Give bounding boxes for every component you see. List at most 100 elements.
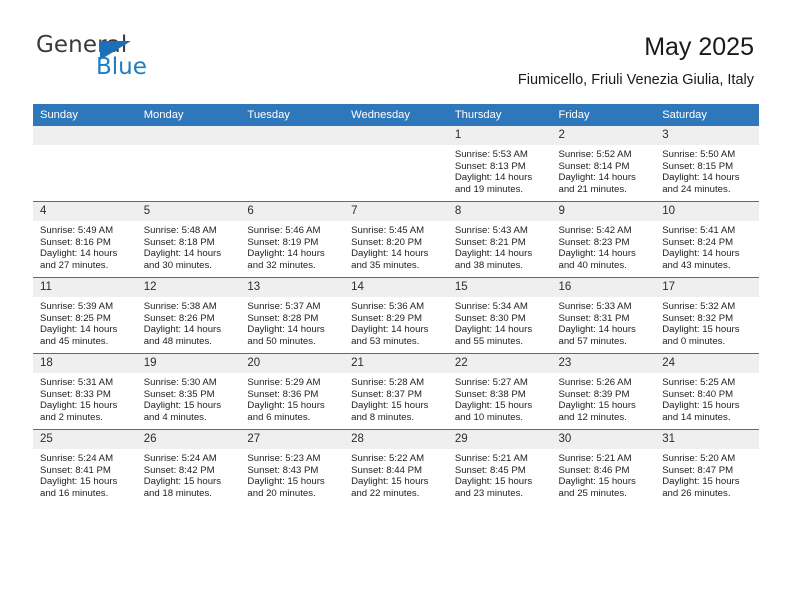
sunset-text: Sunset: 8:35 PM [143, 388, 215, 400]
calendar-day-cell-empty [33, 126, 137, 202]
sunset-text: Sunset: 8:23 PM [558, 236, 630, 248]
sunset-text: Sunset: 8:29 PM [351, 312, 423, 324]
calendar-day-cell[interactable]: 29 Sunrise: 5:21 AM Sunset: 8:45 PM Dayligh… [447, 429, 552, 505]
day-number: 6 [240, 202, 345, 221]
day-number: 13 [240, 278, 345, 297]
day-number: 19 [136, 354, 241, 373]
day-number: 20 [240, 354, 345, 373]
calendar-grid: Sunday Monday Tuesday Wednesday Thursday… [33, 104, 759, 505]
daylight-text: Daylight: 15 hours and 23 minutes. [454, 476, 533, 499]
calendar-day-cell[interactable]: 12 Sunrise: 5:38 AM Sunset: 8:26 PM Dayligh… [136, 277, 241, 354]
calendar-day-cell[interactable]: 4 Sunrise: 5:49 AM Sunset: 8:16 PM Daylight… [33, 201, 137, 278]
sunrise-text: Sunrise: 5:41 AM [662, 225, 736, 236]
sunrise-text: Sunrise: 5:28 AM [351, 377, 425, 388]
calendar-day-cell[interactable]: 24 Sunrise: 5:25 AM Sunset: 8:40 PM Dayligh… [655, 353, 759, 430]
calendar-day-cell[interactable]: 30 Sunrise: 5:21 AM Sunset: 8:46 PM Dayligh… [551, 429, 656, 505]
calendar-day-cell[interactable]: 22 Sunrise: 5:27 AM Sunset: 8:38 PM Dayligh… [447, 353, 552, 430]
calendar-day-cell[interactable]: 1 Sunrise: 5:53 AM Sunset: 8:13 PM Daylight… [447, 126, 552, 202]
sunset-text: Sunset: 8:44 PM [351, 464, 423, 476]
weekday-header-sunday: Sunday [33, 104, 137, 126]
sunset-text: Sunset: 8:28 PM [247, 312, 319, 324]
sunrise-text: Sunrise: 5:32 AM [662, 301, 736, 312]
sunrise-text: Sunrise: 5:25 AM [662, 377, 736, 388]
calendar-day-cell[interactable]: 26 Sunrise: 5:24 AM Sunset: 8:42 PM Dayligh… [136, 429, 241, 505]
day-details: Sunrise: 5:34 AM Sunset: 8:30 PM Daylight:… [448, 297, 552, 347]
calendar-header-row: Sunday Monday Tuesday Wednesday Thursday… [33, 104, 759, 126]
day-number: 29 [447, 430, 552, 449]
sunset-text: Sunset: 8:19 PM [247, 236, 319, 248]
calendar-day-cell[interactable]: 3 Sunrise: 5:50 AM Sunset: 8:15 PM Daylight… [655, 126, 759, 202]
page-title: May 2025 [644, 33, 754, 61]
day-details: Sunrise: 5:29 AM Sunset: 8:36 PM Daylight:… [240, 373, 344, 423]
sunset-text: Sunset: 8:41 PM [40, 464, 111, 476]
sunrise-text: Sunrise: 5:48 AM [143, 225, 217, 236]
day-number [344, 126, 448, 145]
day-details: Sunrise: 5:52 AM Sunset: 8:14 PM Daylight:… [552, 145, 656, 195]
daylight-text: Daylight: 15 hours and 6 minutes. [247, 400, 325, 423]
day-number: 30 [551, 430, 656, 449]
sunset-text: Sunset: 8:43 PM [247, 464, 319, 476]
calendar-body: 1 Sunrise: 5:53 AM Sunset: 8:13 PM Daylight… [33, 126, 759, 505]
daylight-text: Daylight: 15 hours and 26 minutes. [662, 476, 740, 499]
sunrise-text: Sunrise: 5:50 AM [662, 149, 736, 160]
day-number: 24 [655, 354, 759, 373]
sunrise-text: Sunrise: 5:46 AM [247, 225, 321, 236]
sunrise-text: Sunrise: 5:26 AM [558, 377, 632, 388]
daylight-text: Daylight: 15 hours and 2 minutes. [40, 400, 118, 423]
calendar-day-cell[interactable]: 31 Sunrise: 5:20 AM Sunset: 8:47 PM Dayligh… [655, 429, 759, 505]
day-number: 25 [33, 430, 137, 449]
daylight-text: Daylight: 15 hours and 4 minutes. [143, 400, 222, 423]
day-details: Sunrise: 5:48 AM Sunset: 8:18 PM Daylight:… [137, 221, 241, 271]
calendar-day-cell[interactable]: 8 Sunrise: 5:43 AM Sunset: 8:21 PM Daylight… [447, 201, 552, 278]
title-block: May 2025 Fiumicello, Friuli Venezia Giul… [518, 32, 754, 89]
sunset-text: Sunset: 8:14 PM [558, 160, 630, 172]
calendar-day-cell[interactable]: 23 Sunrise: 5:26 AM Sunset: 8:39 PM Dayligh… [551, 353, 656, 430]
calendar-day-cell[interactable]: 9 Sunrise: 5:42 AM Sunset: 8:23 PM Daylight… [551, 201, 656, 278]
day-number: 18 [33, 354, 137, 373]
day-number: 15 [447, 278, 552, 297]
day-details: Sunrise: 5:21 AM Sunset: 8:46 PM Daylight:… [552, 449, 656, 499]
day-details: Sunrise: 5:45 AM Sunset: 8:20 PM Daylight:… [344, 221, 448, 271]
calendar-day-cell[interactable]: 14 Sunrise: 5:36 AM Sunset: 8:29 PM Dayligh… [344, 277, 448, 354]
daylight-text: Daylight: 14 hours and 45 minutes. [40, 324, 118, 347]
sunrise-text: Sunrise: 5:45 AM [351, 225, 425, 236]
calendar-day-cell[interactable]: 5 Sunrise: 5:48 AM Sunset: 8:18 PM Daylight… [136, 201, 241, 278]
calendar-day-cell[interactable]: 10 Sunrise: 5:41 AM Sunset: 8:24 PM Dayligh… [655, 201, 759, 278]
weekday-header-monday: Monday [136, 104, 241, 126]
calendar-day-cell[interactable]: 27 Sunrise: 5:23 AM Sunset: 8:43 PM Dayligh… [240, 429, 345, 505]
calendar-day-cell[interactable]: 17 Sunrise: 5:32 AM Sunset: 8:32 PM Dayligh… [655, 277, 759, 354]
calendar-day-cell-empty [240, 126, 345, 202]
daylight-text: Daylight: 14 hours and 38 minutes. [454, 248, 533, 271]
sunset-text: Sunset: 8:45 PM [454, 464, 526, 476]
calendar-day-cell[interactable]: 6 Sunrise: 5:46 AM Sunset: 8:19 PM Daylight… [240, 201, 345, 278]
daylight-text: Daylight: 14 hours and 53 minutes. [351, 324, 429, 347]
calendar-day-cell[interactable]: 7 Sunrise: 5:45 AM Sunset: 8:20 PM Daylight… [344, 201, 448, 278]
sunrise-text: Sunrise: 5:34 AM [454, 301, 528, 312]
weekday-header-tuesday: Tuesday [240, 104, 345, 126]
daylight-text: Daylight: 15 hours and 20 minutes. [247, 476, 325, 499]
sunrise-text: Sunrise: 5:33 AM [558, 301, 632, 312]
sunrise-text: Sunrise: 5:24 AM [143, 453, 217, 464]
day-number: 9 [551, 202, 656, 221]
calendar-day-cell[interactable]: 18 Sunrise: 5:31 AM Sunset: 8:33 PM Dayligh… [33, 353, 137, 430]
calendar-day-cell[interactable]: 20 Sunrise: 5:29 AM Sunset: 8:36 PM Dayligh… [240, 353, 345, 430]
calendar-day-cell[interactable]: 13 Sunrise: 5:37 AM Sunset: 8:28 PM Dayligh… [240, 277, 345, 354]
day-number [136, 126, 241, 145]
calendar-day-cell[interactable]: 19 Sunrise: 5:30 AM Sunset: 8:35 PM Dayligh… [136, 353, 241, 430]
calendar-day-cell[interactable]: 28 Sunrise: 5:22 AM Sunset: 8:44 PM Dayligh… [344, 429, 448, 505]
day-details: Sunrise: 5:21 AM Sunset: 8:45 PM Daylight:… [448, 449, 552, 499]
calendar-day-cell[interactable]: 16 Sunrise: 5:33 AM Sunset: 8:31 PM Dayligh… [551, 277, 656, 354]
sunrise-text: Sunrise: 5:21 AM [558, 453, 632, 464]
calendar-day-cell[interactable]: 11 Sunrise: 5:39 AM Sunset: 8:25 PM Dayligh… [33, 277, 137, 354]
weekday-header-saturday: Saturday [655, 104, 759, 126]
calendar-day-cell[interactable]: 15 Sunrise: 5:34 AM Sunset: 8:30 PM Dayligh… [447, 277, 552, 354]
calendar-day-cell[interactable]: 21 Sunrise: 5:28 AM Sunset: 8:37 PM Dayligh… [344, 353, 448, 430]
day-details [137, 145, 241, 150]
weekday-header-thursday: Thursday [447, 104, 552, 126]
calendar-day-cell[interactable]: 2 Sunrise: 5:52 AM Sunset: 8:14 PM Daylight… [551, 126, 656, 202]
calendar-day-cell[interactable]: 25 Sunrise: 5:24 AM Sunset: 8:41 PM Dayligh… [33, 429, 137, 505]
day-details: Sunrise: 5:39 AM Sunset: 8:25 PM Daylight:… [33, 297, 137, 347]
daylight-text: Daylight: 15 hours and 25 minutes. [558, 476, 636, 499]
daylight-text: Daylight: 14 hours and 57 minutes. [558, 324, 636, 347]
sunset-text: Sunset: 8:38 PM [454, 388, 526, 400]
